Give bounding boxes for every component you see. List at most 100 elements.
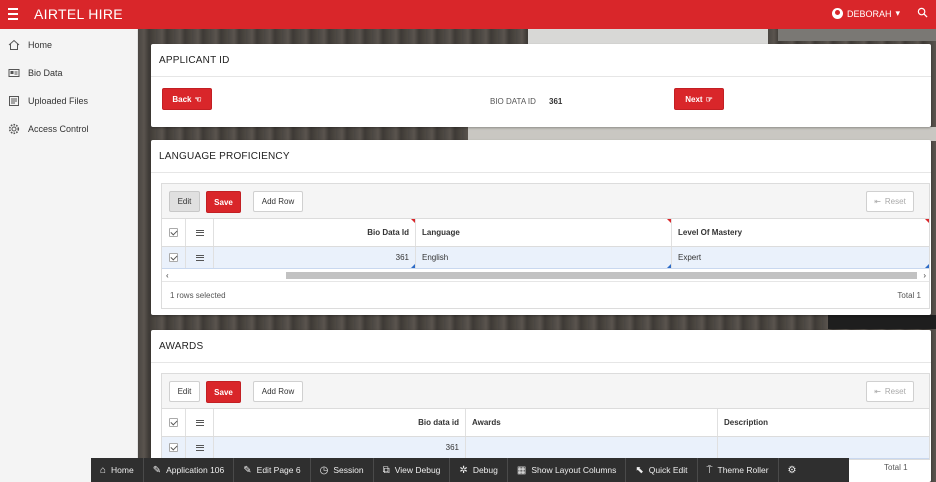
applicant-id-region: APPLICANT ID Back ☜ BIO DATA ID 361 Next… — [151, 44, 931, 127]
devbar-label: Show Layout Columns — [531, 465, 617, 475]
devbar-label: Debug — [472, 465, 498, 475]
cell-level-of-mastery[interactable]: Expert — [672, 247, 929, 268]
column-header-level-of-mastery[interactable]: Level Of Mastery — [672, 219, 929, 246]
column-header-bio-data-id[interactable]: Bio Data Id — [214, 219, 416, 246]
reset-icon: ⇤ — [874, 387, 881, 396]
awards-grid: Edit Save Add Row ⇤ Reset Bio data id Aw… — [161, 373, 930, 460]
edit-button[interactable]: Edit — [169, 191, 200, 212]
grid-icon: ▦ — [516, 464, 527, 476]
sidebar: Home Bio Data Uploaded Files Access Cont… — [0, 29, 138, 482]
sidebar-item-access-control[interactable]: Access Control — [0, 115, 137, 143]
language-proficiency-region: LANGUAGE PROFICIENCY Edit Save Add Row ⇤… — [151, 140, 931, 315]
hamburger-menu-icon[interactable] — [8, 8, 22, 20]
column-header-awards[interactable]: Awards — [466, 409, 718, 436]
cell-language[interactable]: English — [416, 247, 672, 268]
region-title: AWARDS — [151, 330, 931, 363]
cell-awards[interactable] — [466, 437, 718, 458]
next-button[interactable]: Next ☞ — [674, 88, 724, 110]
devbar-application[interactable]: ✎ Application 106 — [144, 458, 235, 482]
row-checkbox[interactable] — [162, 437, 186, 458]
menu-icon — [195, 443, 204, 452]
save-button[interactable]: Save — [206, 191, 241, 213]
user-menu[interactable]: DEBORAH ▾ — [831, 8, 900, 19]
cell-bio-data-id[interactable]: 361 — [214, 437, 466, 458]
back-button[interactable]: Back ☜ — [162, 88, 212, 110]
app-title[interactable]: AIRTEL HIRE — [34, 6, 123, 22]
column-header-description[interactable]: Description — [718, 409, 929, 436]
column-header-language[interactable]: Language — [416, 219, 672, 246]
caret-down-icon: ▾ — [895, 8, 900, 18]
save-button[interactable]: Save — [206, 381, 241, 403]
devbar-home[interactable]: ⌂ Home — [91, 458, 144, 482]
menu-icon — [195, 228, 204, 237]
developer-toolbar: ⌂ Home ✎ Application 106 ✎ Edit Page 6 ◷ Ses… — [91, 458, 849, 482]
cell-description[interactable] — [718, 437, 929, 458]
column-header-bio-data-id[interactable]: Bio data id — [214, 409, 466, 436]
sidebar-item-label: Access Control — [28, 124, 89, 134]
devbar-settings[interactable]: ⚙ — [779, 458, 806, 482]
region-title: LANGUAGE PROFICIENCY — [151, 140, 931, 173]
devbar-edit-page[interactable]: ✎ Edit Page 6 — [234, 458, 311, 482]
grid-header-row: Bio Data Id Language Level Of Mastery — [162, 219, 929, 247]
row-actions[interactable] — [186, 437, 214, 458]
reset-icon: ⇤ — [874, 197, 881, 206]
reset-label: Reset — [884, 387, 906, 396]
sidebar-item-home[interactable]: Home — [0, 31, 137, 59]
devbar-label: Theme Roller — [717, 465, 769, 475]
devbar-quick-edit[interactable]: ⬉ Quick Edit — [626, 458, 698, 482]
file-icon — [9, 96, 19, 106]
horizontal-scrollbar[interactable]: ‹ › — [162, 269, 929, 282]
awards-total-count: Total 1 — [884, 463, 908, 472]
grid-footer: 1 rows selected Total 1 — [162, 282, 929, 308]
sidebar-item-bio-data[interactable]: Bio Data — [0, 59, 137, 87]
table-row[interactable]: 361 English Expert — [162, 247, 929, 269]
table-row[interactable]: 361 — [162, 437, 929, 459]
bio-data-id-label: BIO DATA ID — [490, 97, 536, 106]
devbar-view-debug[interactable]: ⧉ View Debug — [374, 458, 451, 482]
search-icon[interactable] — [917, 7, 928, 18]
language-grid: Edit Save Add Row ⇤ Reset Bio Data Id La… — [161, 183, 930, 309]
home-icon — [8, 39, 20, 50]
next-button-label: Next — [685, 94, 703, 104]
user-name: DEBORAH — [846, 8, 892, 19]
devbar-theme-roller[interactable]: ⍑ Theme Roller — [698, 458, 779, 482]
bio-data-id-value: 361 — [549, 97, 563, 106]
add-row-button[interactable]: Add Row — [253, 191, 303, 212]
menu-icon — [195, 253, 204, 262]
select-all-checkbox[interactable] — [162, 219, 186, 246]
devbar-label: Quick Edit — [648, 465, 688, 475]
grid-header-row: Bio data id Awards Description — [162, 409, 929, 437]
edit-page-icon: ✎ — [243, 464, 252, 476]
scrollbar-thumb[interactable] — [286, 272, 917, 279]
reset-button[interactable]: ⇤ Reset — [866, 381, 914, 402]
devbar-session[interactable]: ◷ Session — [311, 458, 374, 482]
devbar-label: Home — [111, 465, 134, 475]
sidebar-item-label: Home — [28, 40, 53, 50]
row-actions[interactable] — [186, 247, 214, 268]
scroll-right-icon[interactable]: › — [923, 271, 926, 280]
row-actions-header — [186, 409, 214, 436]
sidebar-item-label: Uploaded Files — [28, 96, 89, 106]
total-count: Total 1 — [897, 290, 921, 300]
edit-icon: ✎ — [152, 464, 162, 476]
add-row-button[interactable]: Add Row — [253, 381, 303, 402]
sidebar-item-uploaded-files[interactable]: Uploaded Files — [0, 87, 137, 115]
sidebar-item-label: Bio Data — [28, 68, 63, 78]
cell-bio-data-id[interactable]: 361 — [214, 247, 416, 268]
gear-icon — [8, 123, 20, 135]
devbar-show-layout-columns[interactable]: ▦ Show Layout Columns — [508, 458, 627, 482]
clock-icon: ◷ — [319, 464, 329, 476]
hand-left-icon: ☜ — [194, 94, 202, 104]
edit-button[interactable]: Edit — [169, 381, 200, 402]
devbar-label: Application 106 — [166, 465, 225, 475]
top-bar: AIRTEL HIRE DEBORAH ▾ — [0, 0, 936, 29]
scroll-left-icon[interactable]: ‹ — [166, 271, 169, 280]
devbar-label: View Debug — [394, 465, 441, 475]
row-checkbox[interactable] — [162, 247, 186, 268]
devbar-debug[interactable]: ✲ Debug — [450, 458, 508, 482]
paint-roller-icon: ⍑ — [706, 464, 713, 476]
select-all-checkbox[interactable] — [162, 409, 186, 436]
reset-label: Reset — [884, 197, 906, 206]
cursor-icon: ⬉ — [635, 464, 644, 476]
reset-button[interactable]: ⇤ Reset — [866, 191, 914, 212]
